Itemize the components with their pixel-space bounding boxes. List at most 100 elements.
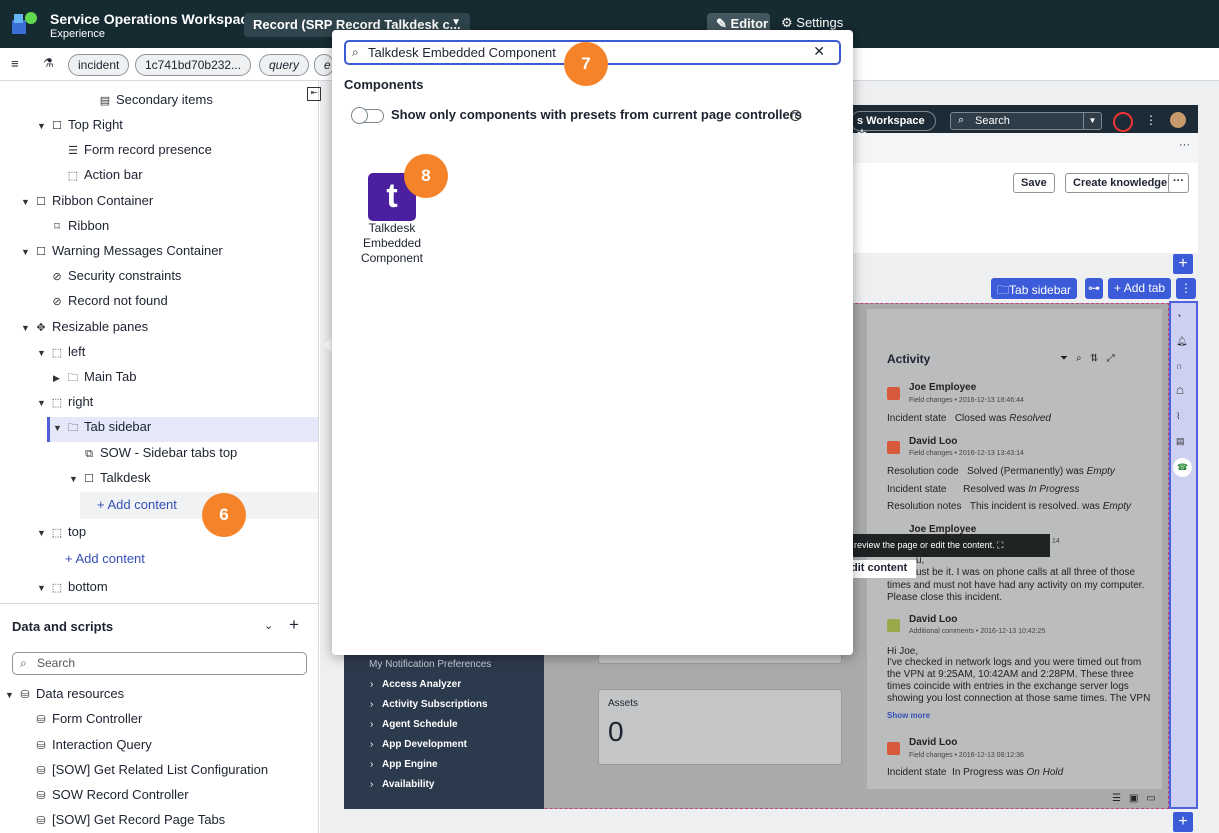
data-resource-item[interactable]: ⛁ Interaction Query [33, 734, 151, 756]
database-icon: ⛁ [36, 740, 46, 752]
data-resource-item[interactable]: ⛁ SOW Record Controller [33, 784, 188, 806]
nav-item[interactable]: › Agent Schedule [370, 719, 458, 730]
caret-down-icon[interactable]: ▼ [37, 392, 49, 414]
caret-right-icon[interactable]: ▶ [53, 367, 65, 389]
tree-item-security-constraints[interactable]: ⊘ Security constraints [49, 265, 181, 287]
kebab-icon[interactable]: ⋮ [1176, 278, 1196, 299]
caret-down-icon[interactable]: ▼ [37, 577, 49, 599]
caret-down-icon[interactable]: ▼ [21, 191, 33, 213]
tree-item-main-tab[interactable]: ▶ 🗀 Main Tab [53, 366, 137, 388]
chip-table[interactable]: incident [68, 54, 130, 76]
robot-icon[interactable]: ☖ [1176, 386, 1184, 397]
talkdesk-tab-icon[interactable]: ☎ [1173, 458, 1192, 477]
caret-down-icon[interactable]: ▼ [21, 317, 33, 339]
tree-item-top[interactable]: ▼ ⬚ top [37, 521, 86, 543]
talkdesk-component-label[interactable]: Talkdesk Embedded Component [350, 221, 434, 266]
save-button[interactable]: Save [1013, 173, 1055, 193]
avatar[interactable] [1170, 112, 1186, 128]
caret-down-icon[interactable]: ▼ [21, 241, 33, 263]
tree-item-right[interactable]: ▼ ⬚ right [37, 391, 93, 413]
list-icon: ▤ [99, 95, 111, 107]
tree-item-top-right[interactable]: ▼ ☐ Top Right [37, 114, 123, 136]
tree-item-form-record-presence[interactable]: ☰ Form record presence [65, 139, 212, 161]
more-actions-button[interactable]: ··· [1168, 173, 1189, 193]
caret-down-icon[interactable]: ▼ [37, 115, 49, 137]
tree-item-resizable-panes[interactable]: ▼ ✥ Resizable panes [21, 316, 148, 338]
tree-item-secondary-items[interactable]: ▤ Secondary items [97, 89, 213, 111]
presets-toggle[interactable] [351, 107, 384, 124]
rail-tab-icon[interactable]: ◔ [1176, 311, 1181, 321]
chevron-down-icon[interactable]: ⌄ [264, 619, 273, 632]
add-component-button[interactable]: + [1173, 812, 1193, 832]
tab-sidebar-button[interactable]: 🗀Tab sidebar [991, 278, 1078, 299]
headset-icon[interactable]: ∩ [1176, 361, 1182, 371]
caret-down-icon[interactable]: ▼ [69, 468, 81, 490]
create-knowledge-button[interactable]: Create knowledge [1065, 173, 1176, 193]
edit-content-button[interactable]: dit content [848, 560, 916, 578]
add-content-link-talkdesk[interactable]: + Add content [97, 494, 177, 516]
chevron-right-icon: › [370, 779, 374, 790]
activity-title: Activity [887, 352, 931, 366]
nav-item[interactable]: › Access Analyzer [370, 679, 461, 690]
container-icon: ☐ [36, 246, 46, 258]
tree-item-record-not-found[interactable]: ⊘ Record not found [49, 290, 167, 312]
chip-query[interactable]: query [259, 54, 310, 76]
add-data-resource-button[interactable]: + [289, 615, 299, 635]
tree-item-left[interactable]: ▼ ⬚ left [37, 341, 85, 363]
more-icon[interactable]: ··· [1179, 139, 1190, 151]
step-badge-6: 6 [202, 493, 246, 537]
tree-item-tab-sidebar[interactable]: ▼ 🗀 Tab sidebar [53, 416, 151, 438]
clear-icon[interactable]: ✕ [813, 43, 825, 60]
tree-item-data-resources[interactable]: ▼ ⛁ Data resources [5, 683, 124, 705]
caret-down-icon[interactable]: ▼ [37, 342, 49, 364]
tree-item-talkdesk[interactable]: ▼ ☐ Talkdesk [69, 467, 151, 489]
paperclip-icon[interactable]: ⌇ [1176, 411, 1180, 422]
data-resource-item[interactable]: ⛁ [SOW] Get Related List Configuration [33, 759, 268, 781]
tree-label: Tab sidebar [84, 419, 152, 434]
chip-extra[interactable]: e [314, 54, 334, 76]
tree-item-ribbon[interactable]: ⌑ Ribbon [49, 215, 109, 237]
hierarchy-button[interactable]: ⊶ [1085, 278, 1103, 299]
nav-item[interactable]: › App Engine [370, 759, 438, 770]
kebab-icon[interactable]: ⋮ [1145, 113, 1157, 127]
tree-label: Form Controller [52, 711, 143, 726]
document-icon[interactable]: ▤ [1176, 436, 1185, 447]
menu-icon[interactable]: ≡ [11, 56, 19, 71]
add-content-label: Add content [107, 497, 177, 512]
data-search-input[interactable]: ⌕ Search [12, 652, 307, 675]
tree-item-warning-container[interactable]: ▼ ☐ Warning Messages Container [21, 240, 223, 262]
tree-item-sow-sidebar-tabs[interactable]: ⧉ SOW - Sidebar tabs top [81, 442, 237, 464]
globe-icon[interactable] [1113, 112, 1133, 132]
show-more-link[interactable]: Show more [887, 711, 930, 720]
caret-down-icon[interactable]: ▼ [37, 522, 49, 544]
data-resource-item[interactable]: ⛁ Form Controller [33, 708, 142, 730]
info-icon[interactable]: i [790, 110, 801, 121]
settings-button[interactable]: ⚙ Settings [781, 15, 843, 31]
nav-item[interactable]: › Availability [370, 779, 434, 790]
assets-value: 0 [608, 716, 624, 747]
folder-icon: 🗀 [67, 372, 79, 384]
tree-item-bottom[interactable]: ▼ ⬚ bottom [37, 576, 108, 598]
workspace-pill[interactable]: s Workspace ☆ [850, 111, 936, 140]
add-tab-button[interactable]: + Add tab [1108, 278, 1172, 299]
dropdown-icon[interactable]: ▼ [1083, 113, 1101, 129]
layout-toggle-icons[interactable]: ☰▣▭ [1112, 793, 1164, 804]
caret-down-icon[interactable]: ▼ [53, 417, 65, 439]
preview-search[interactable]: ⌕ Search ▼ [950, 112, 1102, 130]
nav-item[interactable]: › App Development [370, 739, 467, 750]
activity-toolbar-icons[interactable]: ⏷⌕⇅⤢ [1060, 353, 1123, 364]
bell-icon[interactable]: 🔔︎ [1176, 336, 1187, 347]
nav-item-notification-preferences[interactable]: My Notification Preferences [369, 659, 491, 670]
add-content-link-top[interactable]: + Add content [65, 548, 145, 570]
data-resource-item[interactable]: ⛁ [SOW] Get Record Page Tabs [33, 809, 225, 831]
tree-item-ribbon-container[interactable]: ▼ ☐ Ribbon Container [21, 190, 153, 212]
flask-icon[interactable]: ⚗ [43, 56, 54, 70]
collapse-panel-icon[interactable]: ⇤ [307, 87, 321, 101]
caret-down-icon[interactable]: ▼ [5, 684, 17, 706]
nav-item[interactable]: › Activity Subscriptions [370, 699, 488, 710]
add-component-button[interactable]: + [1173, 254, 1193, 274]
chip-sysid[interactable]: 1c741bd70b232... [135, 54, 252, 76]
pencil-icon [887, 441, 900, 454]
tree-label: Top Right [68, 117, 123, 132]
tree-item-action-bar[interactable]: ⬚ Action bar [65, 164, 143, 186]
